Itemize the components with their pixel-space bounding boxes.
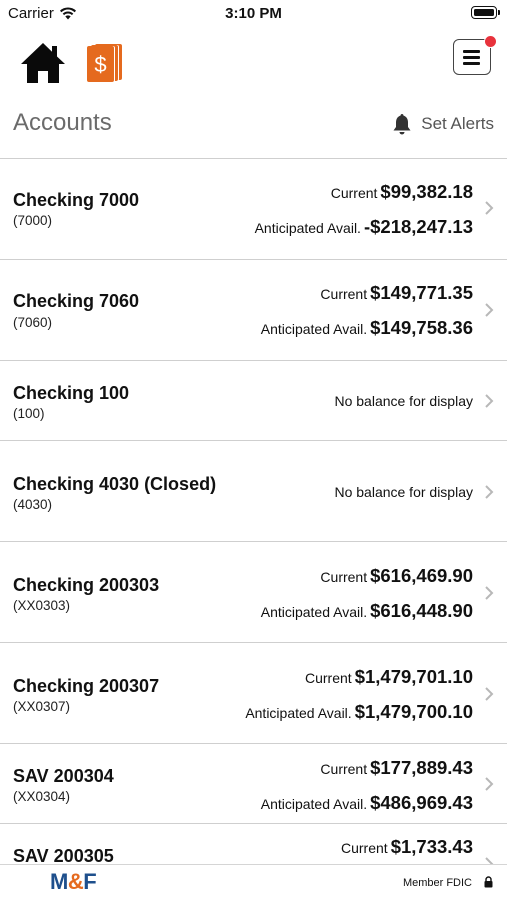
account-number: (7060) [13,315,53,330]
home-button[interactable] [19,40,67,86]
account-name: SAV 200304 [13,766,114,786]
lock-icon [484,876,493,888]
account-row-checking-7060[interactable]: Checking 7060 (7060) Current $149,771.35 … [0,260,507,361]
account-number: (7000) [13,213,53,228]
status-bar: Carrier 3:10 PM [0,0,507,28]
account-number: (XX0303) [13,598,71,613]
current-balance: Current $99,382.18 [330,181,473,202]
battery-icon [471,6,500,19]
wifi-icon [59,7,76,20]
account-name: Checking 200303 [13,575,160,595]
chevron-right-icon [485,485,494,499]
account-name: Checking 100 [13,383,130,403]
account-row-checking-100[interactable]: Checking 100 (100) No balance for displa… [0,361,507,441]
home-icon [21,43,65,83]
anticipated-balance: Anticipated Avail. $616,448.90 [260,600,473,621]
bell-icon [393,114,411,135]
account-name: Checking 7000 [13,190,140,210]
chevron-right-icon [485,201,494,215]
footer: M&F Member FDIC [0,864,507,901]
no-balance-text: No balance for display [334,484,473,500]
account-row-checking-200303[interactable]: Checking 200303 (XX0303) Current $616,469… [0,542,507,643]
svg-text:$: $ [94,52,106,77]
account-name: Checking 200307 [13,676,160,696]
account-name: Checking 7060 [13,291,140,311]
anticipated-balance: Anticipated Avail. $486,969.43 [260,792,473,813]
dollar-icon: $ [87,44,122,82]
account-number: (XX0307) [13,699,71,714]
menu-icon [463,50,480,53]
top-nav: $ [0,30,507,100]
chevron-right-icon [485,303,494,317]
notification-dot [484,35,497,48]
bank-logo: M&F [50,869,97,894]
carrier: Carrier [8,5,77,22]
account-name: SAV 200305 [13,846,114,864]
chevron-right-icon [485,586,494,600]
account-row-sav-200304[interactable]: SAV 200304 (XX0304) Current $177,889.43 A… [0,744,507,824]
carrier-label: Carrier [8,5,54,22]
chevron-right-icon [485,777,494,791]
set-alerts-label: Set Alerts [421,114,494,133]
page-title: Accounts [13,109,112,136]
current-balance: Current $616,469.90 [320,565,473,586]
anticipated-balance: Anticipated Avail. $1,479,700.10 [245,701,473,722]
no-balance-text: No balance for display [334,393,473,409]
account-row-checking-7000[interactable]: Checking 7000 (7000) Current $99,382.18 A… [0,159,507,260]
account-row-checking-4030[interactable]: Checking 4030 (Closed) (4030) No balance… [0,441,507,542]
account-row-sav-200305[interactable]: SAV 200305 Current $1,733.43 [0,824,507,864]
current-balance: Current $1,733.43 [341,836,473,857]
anticipated-balance: Anticipated Avail. -$218,247.13 [254,216,473,237]
member-fdic-text: Member FDIC [402,877,472,889]
set-alerts-button[interactable]: Set Alerts [390,112,494,136]
account-row-checking-200307[interactable]: Checking 200307 (XX0307) Current $1,479,7… [0,643,507,744]
current-balance: Current $1,479,701.10 [305,666,473,687]
account-name: Checking 4030 (Closed) [13,474,217,494]
accounts-header: Accounts Set Alerts [0,100,507,159]
dollar-button[interactable]: $ [86,42,124,82]
account-number: (XX0304) [13,789,71,804]
chevron-right-icon [485,857,494,864]
account-number: (4030) [13,497,53,512]
chevron-right-icon [485,687,494,701]
anticipated-balance: Anticipated Avail. $149,758.36 [260,317,473,338]
chevron-right-icon [485,394,494,408]
account-number: (100) [13,406,45,421]
current-balance: Current $149,771.35 [320,282,473,303]
account-list: Checking 7000 (7000) Current $99,382.18 A… [0,159,507,864]
current-balance: Current $177,889.43 [320,757,473,778]
menu-button[interactable] [453,35,497,75]
